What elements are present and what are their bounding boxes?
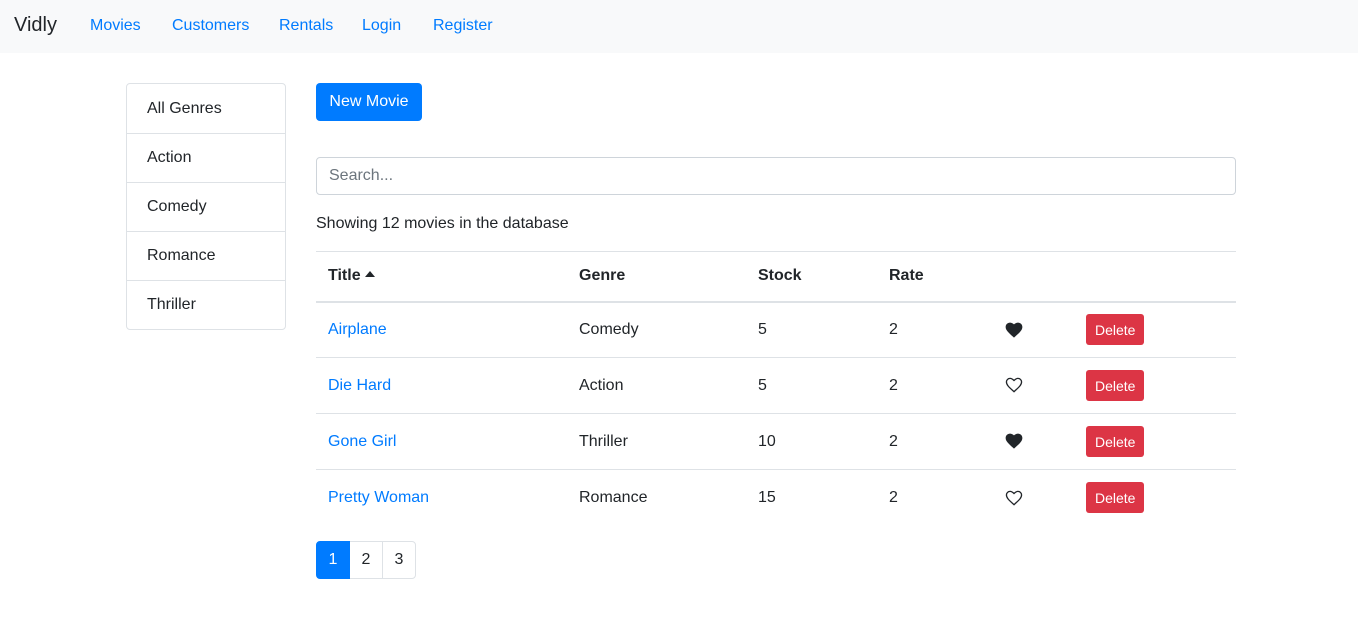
movie-title-link[interactable]: Airplane <box>328 321 387 338</box>
genre-item-comedy[interactable]: Comedy <box>127 182 285 231</box>
new-movie-button[interactable]: New Movie <box>316 83 422 121</box>
nav-link-login[interactable]: Login <box>362 17 401 35</box>
nav-link-rentals[interactable]: Rentals <box>279 17 333 35</box>
heart-outline-icon[interactable] <box>1005 377 1023 393</box>
movies-table: Title Genre Stock Rate Airplane Comedy 5… <box>316 251 1236 526</box>
delete-button[interactable]: Delete <box>1086 426 1145 457</box>
movie-rate: 2 <box>889 320 898 338</box>
movie-title-link[interactable]: Die Hard <box>328 377 391 394</box>
column-header-title[interactable]: Title <box>316 251 567 303</box>
brand-logo[interactable]: Vidly <box>14 14 57 37</box>
page-link-2[interactable]: 2 <box>349 541 383 579</box>
table-row: Gone Girl Thriller 10 2 Delete <box>316 413 1236 470</box>
column-header-genre[interactable]: Genre <box>567 251 746 303</box>
navbar: Vidly Movies Customers Rentals Login Reg… <box>0 0 1358 53</box>
column-header-title-label: Title <box>328 267 361 285</box>
movie-count-text: Showing 12 movies in the database <box>316 215 569 232</box>
heart-filled-icon[interactable] <box>1005 322 1023 338</box>
nav-link-movies[interactable]: Movies <box>90 17 141 35</box>
nav-link-customers[interactable]: Customers <box>172 17 249 35</box>
genre-item-action[interactable]: Action <box>127 133 285 182</box>
movie-stock: 5 <box>758 320 767 338</box>
delete-button[interactable]: Delete <box>1086 482 1145 514</box>
column-header-actions <box>1074 251 1236 303</box>
movie-genre: Action <box>567 357 746 414</box>
table-header-row: Title Genre Stock Rate <box>316 251 1236 303</box>
movie-stock: 15 <box>746 469 877 526</box>
table-row: Pretty Woman Romance 15 2 Delete <box>316 469 1236 526</box>
movie-title-link[interactable]: Pretty Woman <box>328 489 429 506</box>
column-header-rate[interactable]: Rate <box>877 251 993 303</box>
delete-button[interactable]: Delete <box>1086 370 1145 401</box>
movie-genre: Thriller <box>567 413 746 470</box>
table-row: Airplane Comedy 5 2 Delete <box>316 302 1236 358</box>
genre-item-thriller[interactable]: Thriller <box>127 280 285 329</box>
pagination: 1 2 3 <box>316 541 416 579</box>
heart-outline-icon[interactable] <box>1005 490 1023 506</box>
nav-link-register[interactable]: Register <box>433 17 493 35</box>
movie-genre: Romance <box>567 469 746 526</box>
movie-stock: 5 <box>746 357 877 414</box>
genre-item-all[interactable]: All Genres <box>127 84 285 133</box>
genre-list: All Genres Action Comedy Romance Thrille… <box>126 83 286 330</box>
column-header-stock[interactable]: Stock <box>746 251 877 303</box>
page-link-3[interactable]: 3 <box>382 541 416 579</box>
sort-ascending-icon[interactable] <box>364 271 375 278</box>
page-link-1[interactable]: 1 <box>316 541 350 579</box>
movie-genre: Comedy <box>579 320 639 338</box>
movie-rate: 2 <box>877 357 993 414</box>
movie-rate: 2 <box>877 469 993 526</box>
genre-item-romance[interactable]: Romance <box>127 231 285 280</box>
movie-stock: 10 <box>746 413 877 470</box>
search-input[interactable] <box>316 157 1236 195</box>
movie-title-link[interactable]: Gone Girl <box>328 433 396 450</box>
heart-filled-icon[interactable] <box>1005 433 1023 449</box>
delete-button[interactable]: Delete <box>1086 314 1145 346</box>
movie-rate: 2 <box>877 413 993 470</box>
table-row: Die Hard Action 5 2 Delete <box>316 357 1236 414</box>
column-header-like <box>993 251 1074 303</box>
